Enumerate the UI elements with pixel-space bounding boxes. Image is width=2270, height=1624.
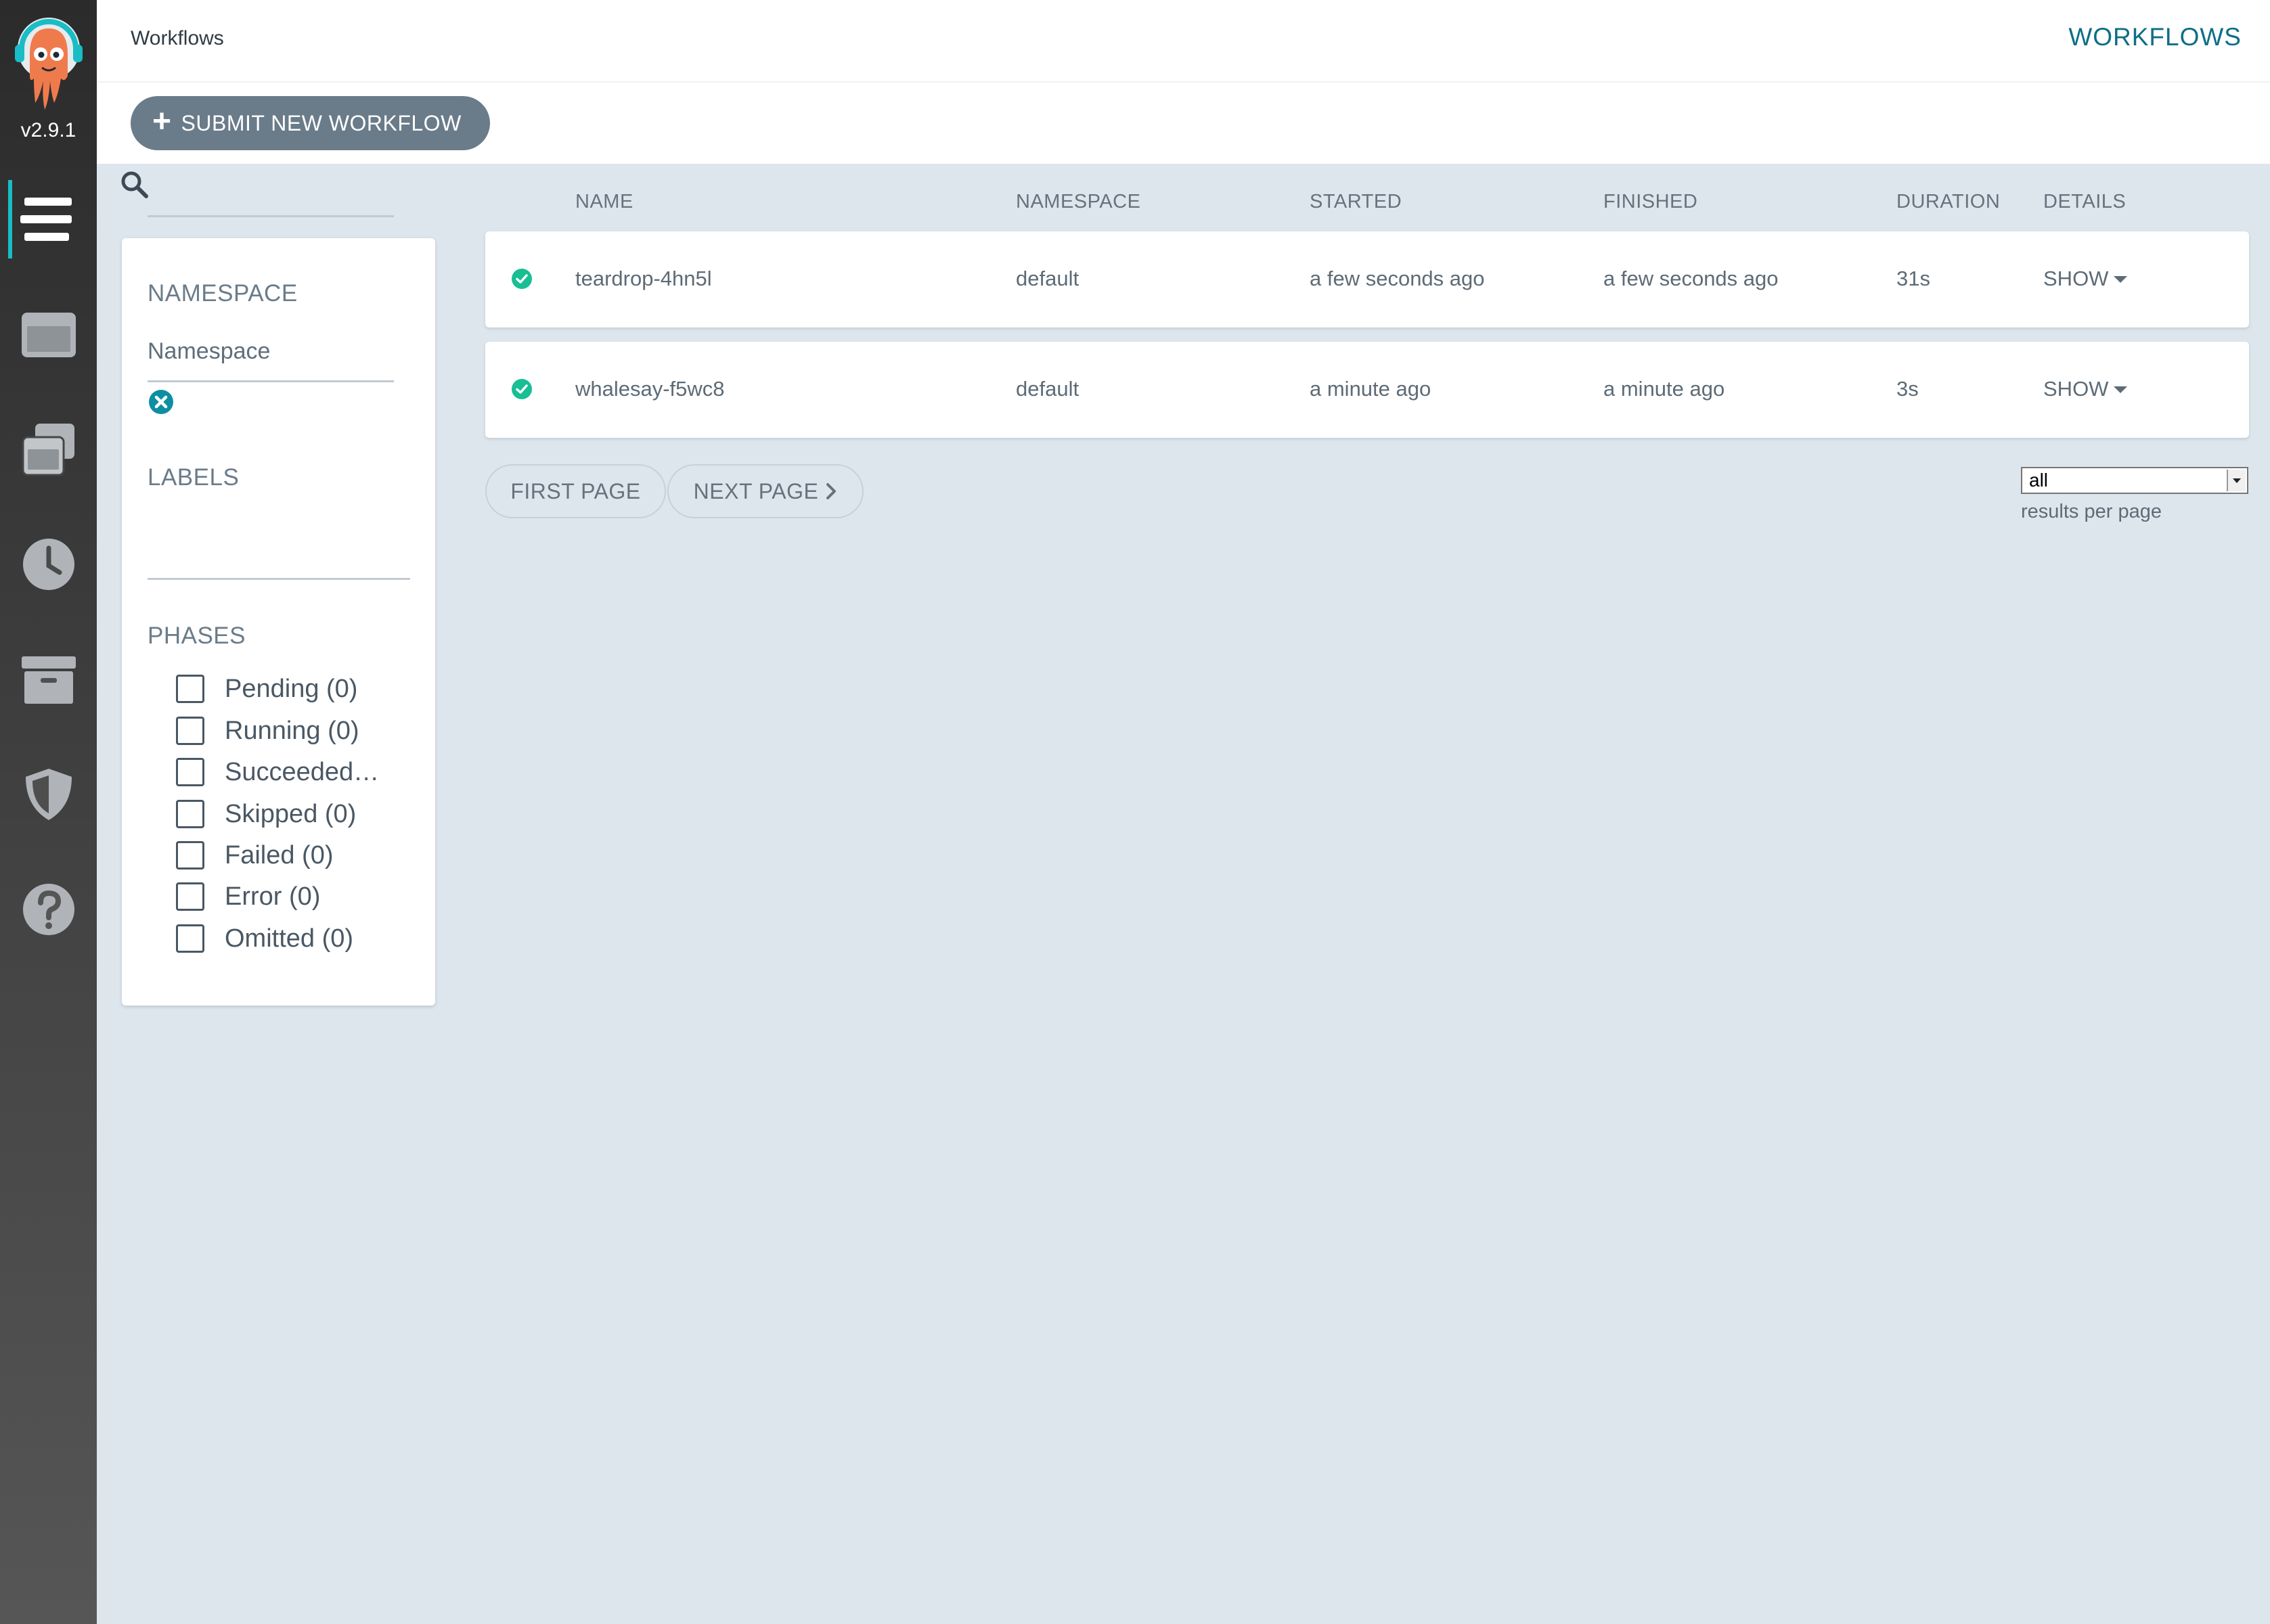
success-check-icon — [512, 269, 532, 289]
phase-checkbox-pending[interactable]: Pending (0) — [176, 670, 357, 708]
show-details-button[interactable]: SHOW — [2043, 267, 2128, 291]
workflow-started: a few seconds ago — [1310, 267, 1485, 290]
success-check-icon — [512, 379, 532, 399]
phases-heading: PHASES — [148, 623, 246, 649]
nav-item-cluster-workflow-templates[interactable] — [0, 405, 97, 493]
submit-button-label: SUBMIT NEW WORKFLOW — [181, 110, 462, 135]
plus-icon: + — [152, 104, 172, 139]
phase-checkbox-failed[interactable]: Failed (0) — [176, 836, 334, 874]
checkbox[interactable] — [176, 882, 204, 911]
checkbox[interactable] — [176, 717, 204, 745]
phase-label: Skipped (0) — [225, 799, 357, 828]
labels-input[interactable] — [148, 578, 410, 580]
app-version: v2.9.1 — [20, 119, 76, 141]
phase-checkbox-succeeded[interactable]: Succeeded… — [176, 753, 379, 791]
first-page-label: FIRST PAGE — [510, 478, 641, 503]
column-header-started: STARTED — [1310, 191, 1402, 212]
phase-checkbox-omitted[interactable]: Omitted (0) — [176, 920, 353, 957]
checkbox[interactable] — [176, 675, 204, 703]
filter-panel: NAMESPACE Namespace LABELS PHASES Pendin… — [122, 238, 435, 1006]
phase-label: Error (0) — [225, 882, 321, 911]
checkbox[interactable] — [176, 841, 204, 870]
results-per-page-value: all — [2029, 470, 2049, 491]
column-header-finished: FINISHED — [1603, 191, 1698, 212]
phase-checkbox-error[interactable]: Error (0) — [176, 878, 320, 916]
table-row[interactable]: teardrop-4hn5l default a few seconds ago… — [485, 231, 2249, 328]
table-row[interactable]: whalesay-f5wc8 default a minute ago a mi… — [485, 342, 2249, 438]
first-page-button[interactable]: FIRST PAGE — [485, 464, 666, 518]
workflow-duration: 3s — [1896, 377, 1919, 401]
clear-namespace-icon[interactable] — [148, 388, 175, 415]
workflow-finished: a few seconds ago — [1603, 267, 1779, 290]
workflow-name[interactable]: whalesay-f5wc8 — [575, 377, 725, 401]
breadcrumb[interactable]: Workflows — [131, 27, 224, 50]
window-icon — [22, 313, 76, 357]
phase-label: Omitted (0) — [225, 924, 354, 953]
caret-down-icon — [2114, 276, 2128, 283]
column-header-namespace: NAMESPACE — [1016, 191, 1141, 212]
next-page-label: NEXT PAGE — [693, 478, 819, 503]
workflow-finished: a minute ago — [1603, 377, 1725, 401]
nav-item-help[interactable] — [0, 865, 97, 953]
nav-item-workflows[interactable] — [0, 175, 97, 263]
results-per-page-select[interactable]: all — [2021, 467, 2248, 494]
namespace-heading: NAMESPACE — [148, 280, 298, 307]
nav-item-workflow-templates[interactable] — [0, 290, 97, 378]
top-bar: Workflows WORKFLOWS — [97, 0, 2270, 83]
checkbox[interactable] — [176, 924, 204, 953]
side-nav: v2.9.1 — [0, 0, 97, 1624]
checkbox[interactable] — [176, 800, 204, 828]
results-per-page-label: results per page — [2021, 501, 2162, 522]
archive-icon — [22, 656, 76, 704]
chevron-right-icon — [826, 483, 837, 499]
phase-label: Running (0) — [225, 716, 359, 745]
submit-new-workflow-button[interactable]: + SUBMIT NEW WORKFLOW — [131, 96, 490, 150]
argo-logo-icon — [15, 18, 83, 110]
next-page-button[interactable]: NEXT PAGE — [667, 464, 864, 518]
namespace-input[interactable]: Namespace — [148, 338, 270, 365]
column-header-details: DETAILS — [2043, 191, 2127, 212]
clock-icon — [23, 539, 74, 590]
nav-item-archived-workflows[interactable] — [0, 635, 97, 723]
workflow-namespace: default — [1016, 267, 1080, 290]
phase-checkbox-skipped[interactable]: Skipped (0) — [176, 795, 356, 833]
column-header-name: NAME — [575, 191, 633, 212]
page-title: WORKFLOWS — [2068, 23, 2242, 51]
search-icon[interactable] — [119, 169, 150, 200]
phase-label: Succeeded… — [225, 757, 380, 786]
action-bar: + SUBMIT NEW WORKFLOW — [97, 83, 2270, 164]
workflow-namespace: default — [1016, 377, 1080, 401]
phase-label: Failed (0) — [225, 840, 334, 870]
phase-label: Pending (0) — [225, 674, 358, 703]
question-icon — [23, 884, 74, 935]
nav-item-user[interactable] — [0, 750, 97, 838]
nav-item-cron-workflows[interactable] — [0, 520, 97, 608]
workflow-started: a minute ago — [1310, 377, 1431, 401]
workflow-duration: 31s — [1896, 267, 1930, 290]
shield-icon — [26, 769, 72, 820]
chevron-down-icon — [2227, 470, 2246, 491]
window-stack-icon — [22, 424, 74, 476]
show-label: SHOW — [2043, 267, 2109, 290]
namespace-input-underline — [148, 380, 394, 382]
labels-heading: LABELS — [148, 464, 240, 491]
column-header-duration: DURATION — [1896, 191, 2001, 212]
checkbox[interactable] — [176, 758, 204, 786]
workflow-name[interactable]: teardrop-4hn5l — [575, 267, 712, 291]
show-label: SHOW — [2043, 377, 2109, 401]
caret-down-icon — [2114, 386, 2128, 393]
search-input[interactable] — [148, 215, 394, 217]
phase-checkbox-running[interactable]: Running (0) — [176, 712, 359, 750]
show-details-button[interactable]: SHOW — [2043, 377, 2128, 401]
stream-icon — [20, 198, 72, 241]
